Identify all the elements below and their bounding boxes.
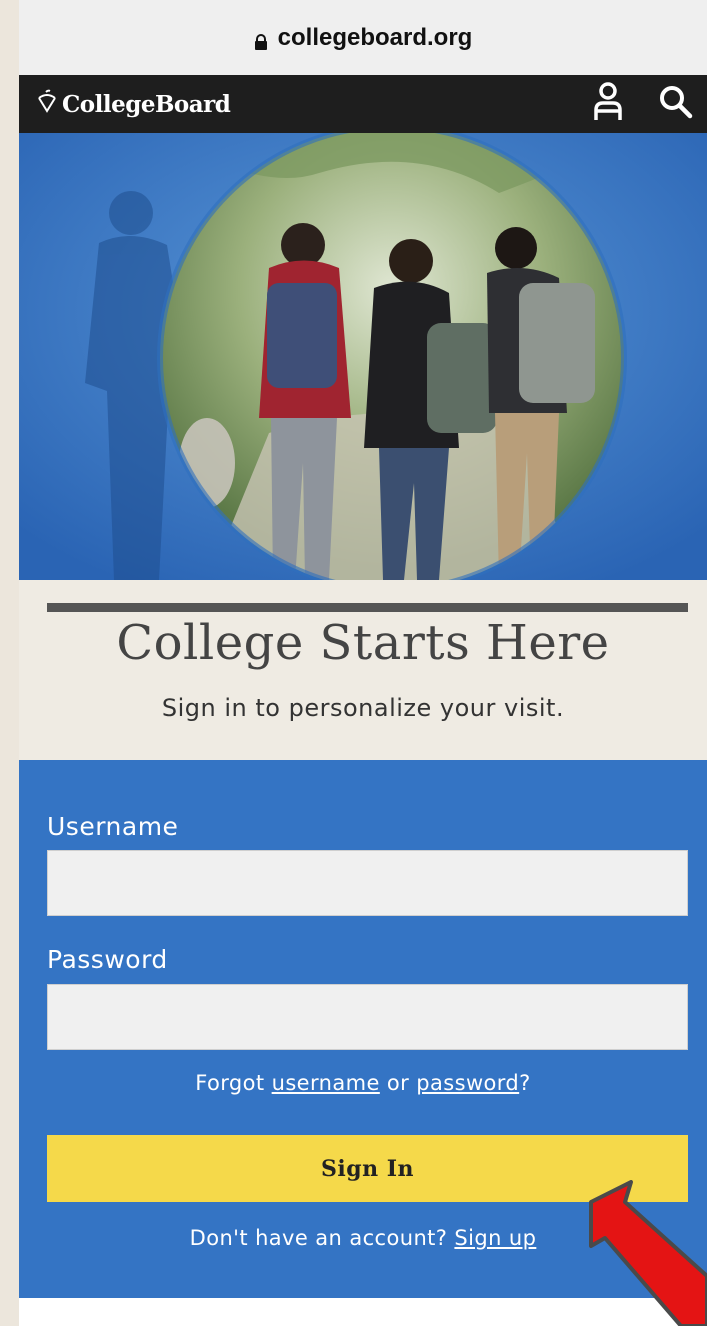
browser-url-bar[interactable]: collegeboard.org — [19, 0, 707, 75]
acorn-icon — [36, 89, 62, 119]
forgot-username-link[interactable]: username — [272, 1071, 380, 1095]
left-background-strip — [0, 0, 19, 1326]
username-input[interactable] — [47, 850, 688, 916]
top-navigation-bar: CollegeBoard — [19, 75, 707, 133]
forgot-or: or — [379, 1071, 417, 1095]
signup-prefix: Don't have an account? — [189, 1226, 455, 1250]
forgot-password-link[interactable]: password — [416, 1071, 519, 1095]
logo-text: CollegeBoard — [62, 90, 231, 118]
section-divider — [47, 603, 688, 612]
collegeboard-logo[interactable]: CollegeBoard — [36, 89, 231, 119]
search-icon[interactable] — [659, 85, 693, 123]
page-subtitle: Sign in to personalize your visit. — [161, 694, 565, 722]
forgot-prefix: Forgot — [195, 1071, 272, 1095]
hero-image — [19, 133, 707, 580]
person-icon[interactable] — [593, 82, 623, 126]
red-arrow-icon — [585, 1180, 707, 1326]
password-label: Password — [47, 945, 168, 974]
lock-icon — [254, 29, 268, 50]
url-text: collegeboard.org — [277, 23, 473, 51]
forgot-credentials-text: Forgot username or password? — [19, 1071, 707, 1095]
forgot-suffix: ? — [519, 1071, 531, 1095]
username-label: Username — [47, 812, 179, 841]
page-title: College Starts Here — [116, 615, 610, 671]
sign-up-link[interactable]: Sign up — [454, 1226, 536, 1250]
password-input[interactable] — [47, 984, 688, 1050]
